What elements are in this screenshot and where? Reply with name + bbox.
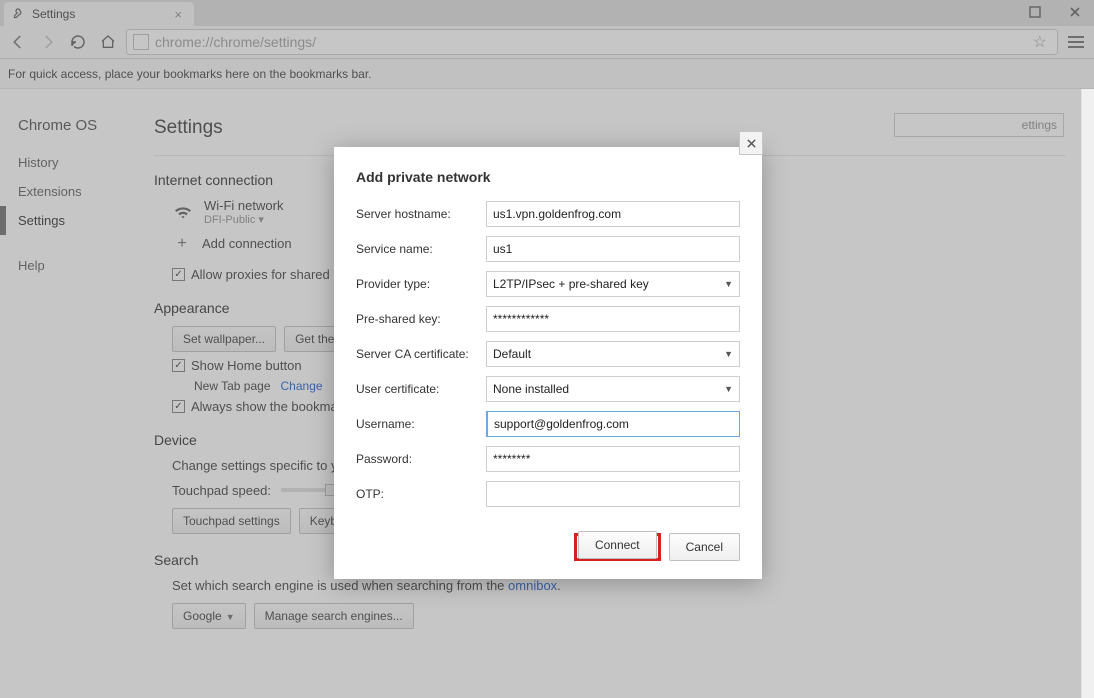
server-ca-select[interactable]: Default▼: [486, 341, 740, 367]
chevron-down-icon: ▼: [724, 349, 733, 359]
service-name-input[interactable]: [486, 236, 740, 262]
add-private-network-dialog: Add private network Server hostname: Ser…: [334, 147, 762, 579]
dialog-title: Add private network: [356, 169, 740, 185]
service-name-label: Service name:: [356, 242, 486, 256]
server-ca-label: Server CA certificate:: [356, 347, 486, 361]
username-label: Username:: [356, 417, 486, 431]
otp-label: OTP:: [356, 487, 486, 501]
cancel-button[interactable]: Cancel: [669, 533, 740, 561]
server-hostname-input[interactable]: [486, 201, 740, 227]
psk-input[interactable]: [486, 306, 740, 332]
user-cert-label: User certificate:: [356, 382, 486, 396]
scrollbar[interactable]: [1081, 89, 1094, 698]
connect-highlight: Connect: [574, 533, 661, 561]
otp-input[interactable]: [486, 481, 740, 507]
chevron-down-icon: ▼: [724, 279, 733, 289]
username-input[interactable]: [486, 411, 740, 437]
dialog-close-button[interactable]: [739, 131, 763, 155]
user-cert-select[interactable]: None installed▼: [486, 376, 740, 402]
provider-type-select[interactable]: L2TP/IPsec + pre-shared key▼: [486, 271, 740, 297]
connect-button[interactable]: Connect: [578, 531, 657, 559]
provider-type-label: Provider type:: [356, 277, 486, 291]
chevron-down-icon: ▼: [724, 384, 733, 394]
password-label: Password:: [356, 452, 486, 466]
password-input[interactable]: [486, 446, 740, 472]
psk-label: Pre-shared key:: [356, 312, 486, 326]
server-hostname-label: Server hostname:: [356, 207, 486, 221]
